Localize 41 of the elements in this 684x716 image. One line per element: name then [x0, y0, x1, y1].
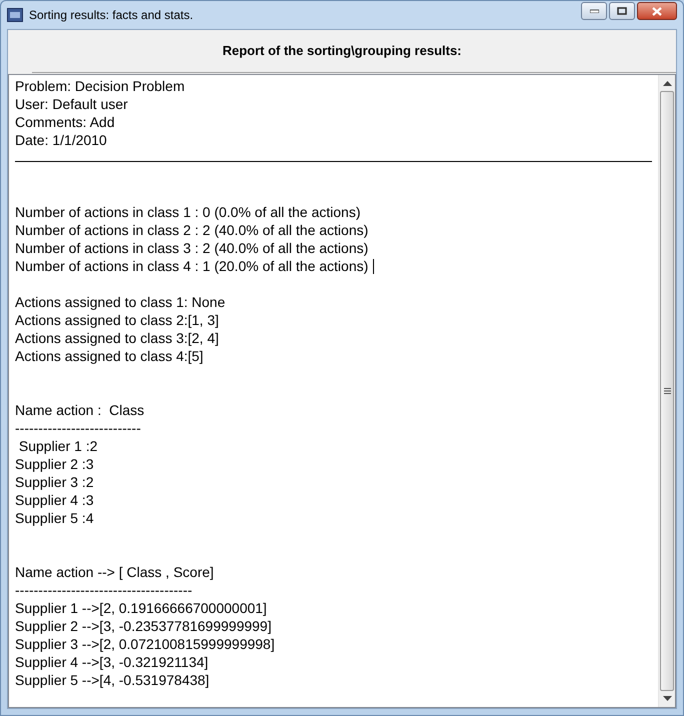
- app-icon: [7, 8, 23, 22]
- class-assignment-line: Actions assigned to class 1: None: [15, 294, 226, 310]
- report-info-line: User: Default user: [15, 96, 128, 112]
- score-row: Supplier 4 -->[3, -0.321921134]: [15, 654, 208, 670]
- class-row-text: Supplier 1 :2: [18, 438, 98, 454]
- text-cursor: [373, 258, 374, 274]
- dashed-separator: --------------------------------------: [15, 582, 192, 598]
- class-row: Supplier 3 :2: [15, 474, 94, 490]
- class-row: Supplier 2 :3: [15, 456, 94, 472]
- report-info-line: Comments: Add: [15, 114, 115, 130]
- minimize-icon: [590, 9, 598, 13]
- score-row: Supplier 5 -->[4, -0.531978438]: [15, 672, 210, 688]
- class-count-line: Number of actions in class 2 : 2 (40.0% of all the actions): [15, 222, 368, 238]
- class-row: Supplier 4 :3: [15, 492, 94, 508]
- class-assignment-line: Actions assigned to class 3:[2, 4]: [15, 330, 219, 346]
- close-icon: [652, 6, 662, 16]
- window-title: Sorting results: facts and stats.: [29, 7, 194, 24]
- maximize-button[interactable]: [609, 2, 635, 20]
- scroll-down-icon[interactable]: [662, 696, 672, 701]
- class-assignment-line: Actions assigned to class 4:[5]: [15, 348, 204, 364]
- score-row: Supplier 1 -->[2, 0.19166666700000001]: [15, 600, 267, 616]
- grip-icon: [664, 388, 670, 394]
- vertical-scrollbar[interactable]: [658, 75, 675, 707]
- scrollbar-thumb[interactable]: [660, 91, 674, 691]
- score-row: Supplier 2 -->[3, -0.23537781699999999]: [15, 618, 272, 634]
- class-count-line: Number of actions in class 3 : 2 (40.0% of all the actions): [15, 240, 368, 256]
- class-assignment-line: Actions assigned to class 2:[1, 3]: [15, 312, 219, 328]
- score-row: Supplier 3 -->[2, 0.072100815999999998]: [15, 636, 275, 652]
- class-row: Supplier 5 :4: [15, 510, 94, 526]
- class-count-line: Number of actions in class 1 : 0 (0.0% of all the actions): [15, 204, 360, 220]
- table-heading: Name action --> [ Class , Score]: [15, 564, 214, 580]
- table-heading: Name action : Class: [15, 402, 144, 418]
- scroll-up-icon[interactable]: [662, 81, 672, 86]
- maximize-icon: [617, 7, 627, 15]
- dashed-separator: ---------------------------: [15, 420, 141, 436]
- class-count-line: Number of actions in class 4 : 1 (20.0% of all the actions): [15, 257, 368, 275]
- report-info-line: Date: 1/1/2010: [15, 132, 107, 148]
- report-info-line: Problem: Decision Problem: [15, 78, 185, 94]
- minimize-button[interactable]: [581, 2, 607, 20]
- close-button[interactable]: [637, 2, 677, 20]
- report-title: Report of the sorting\grouping results:: [222, 42, 462, 60]
